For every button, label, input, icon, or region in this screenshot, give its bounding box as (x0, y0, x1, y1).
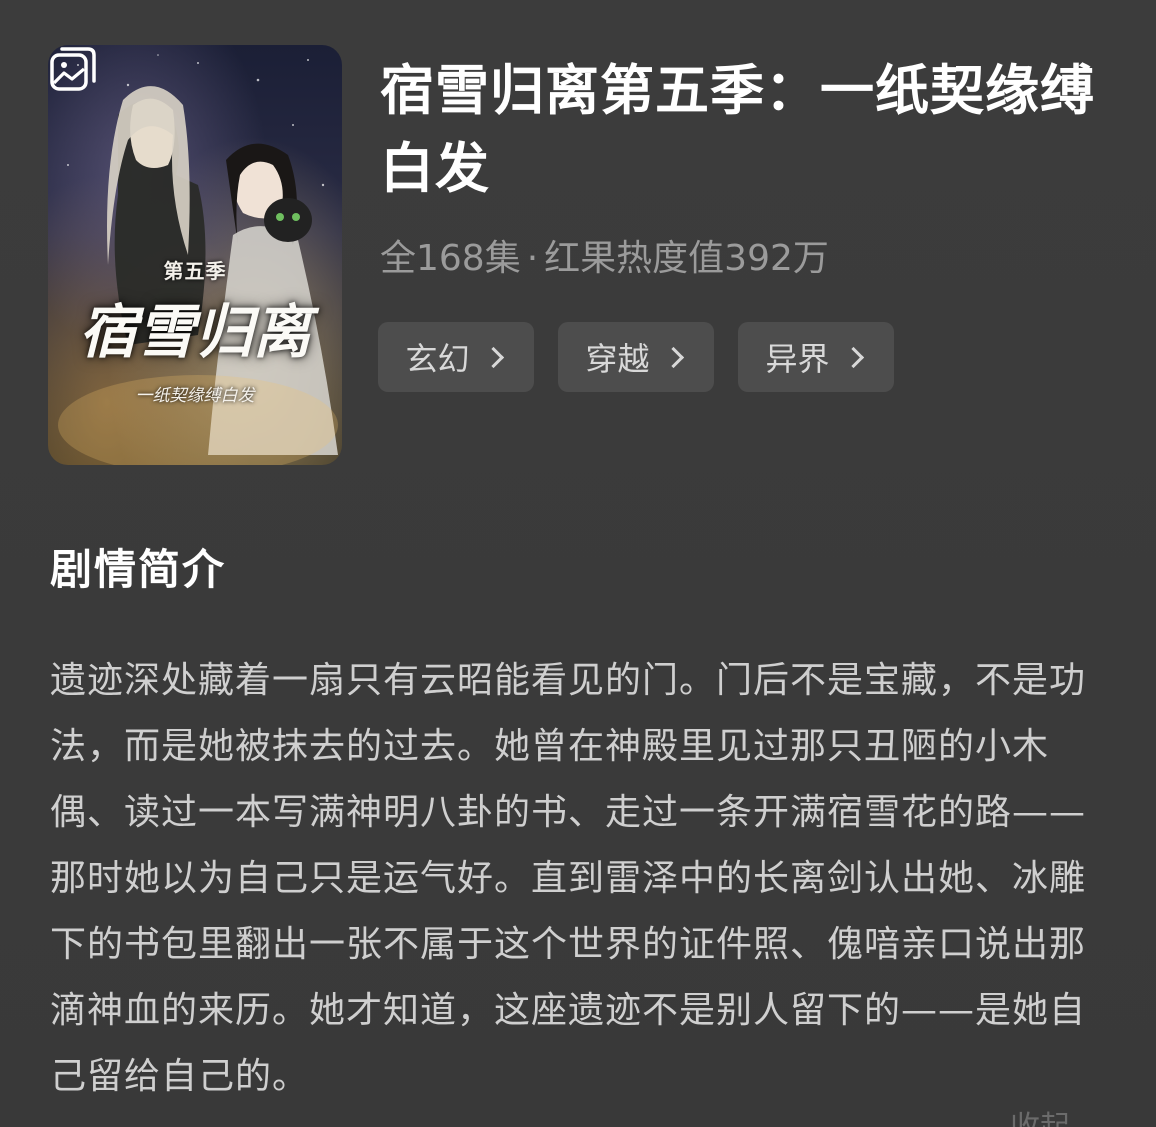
collapse-button[interactable]: 收起 (1010, 1108, 1070, 1127)
chevron-right-icon (482, 346, 504, 368)
tag-label: 穿越 (585, 340, 650, 378)
drama-meta: 全168集 · 红果热度值392万 (380, 232, 829, 286)
synopsis-heading: 剧情简介 (50, 545, 227, 594)
tag-label: 玄幻 (405, 340, 470, 378)
tag-xuanhuan[interactable]: 玄幻 (378, 322, 534, 392)
tag-chuanyue[interactable]: 穿越 (558, 322, 714, 392)
cover-subtitle-text: 一纸契缘缚白发 (135, 386, 255, 406)
tag-yijie[interactable]: 异界 (738, 322, 894, 392)
chevron-right-icon (662, 346, 684, 368)
drama-detail-page: 第五季 宿雪归离 一纸契缘缚白发 宿雪归离第五季：一纸契缘缚白发 全168集 · 红… (0, 0, 1156, 1127)
heat-value: 红果热度值392万 (544, 238, 829, 279)
chevron-right-icon (842, 346, 864, 368)
cover-title-text: 宿雪归离 (78, 298, 311, 366)
tag-label: 异界 (765, 340, 830, 378)
synopsis-text: 遗迹深处藏着一扇只有云昭能看见的门。门后不是宝藏，不是功法，而是她被抹去的过去。… (50, 660, 1087, 1097)
cover-image[interactable]: 第五季 宿雪归离 一纸契缘缚白发 (48, 45, 342, 465)
drama-title: 宿雪归离第五季：一纸契缘缚白发 (380, 59, 1095, 200)
meta-separator: · (526, 238, 539, 279)
episode-count: 全168集 (380, 238, 521, 279)
gallery-icon[interactable] (48, 45, 98, 95)
cover-season-text: 第五季 (163, 259, 227, 283)
genre-tags: 玄幻 穿越 异界 (378, 322, 894, 392)
